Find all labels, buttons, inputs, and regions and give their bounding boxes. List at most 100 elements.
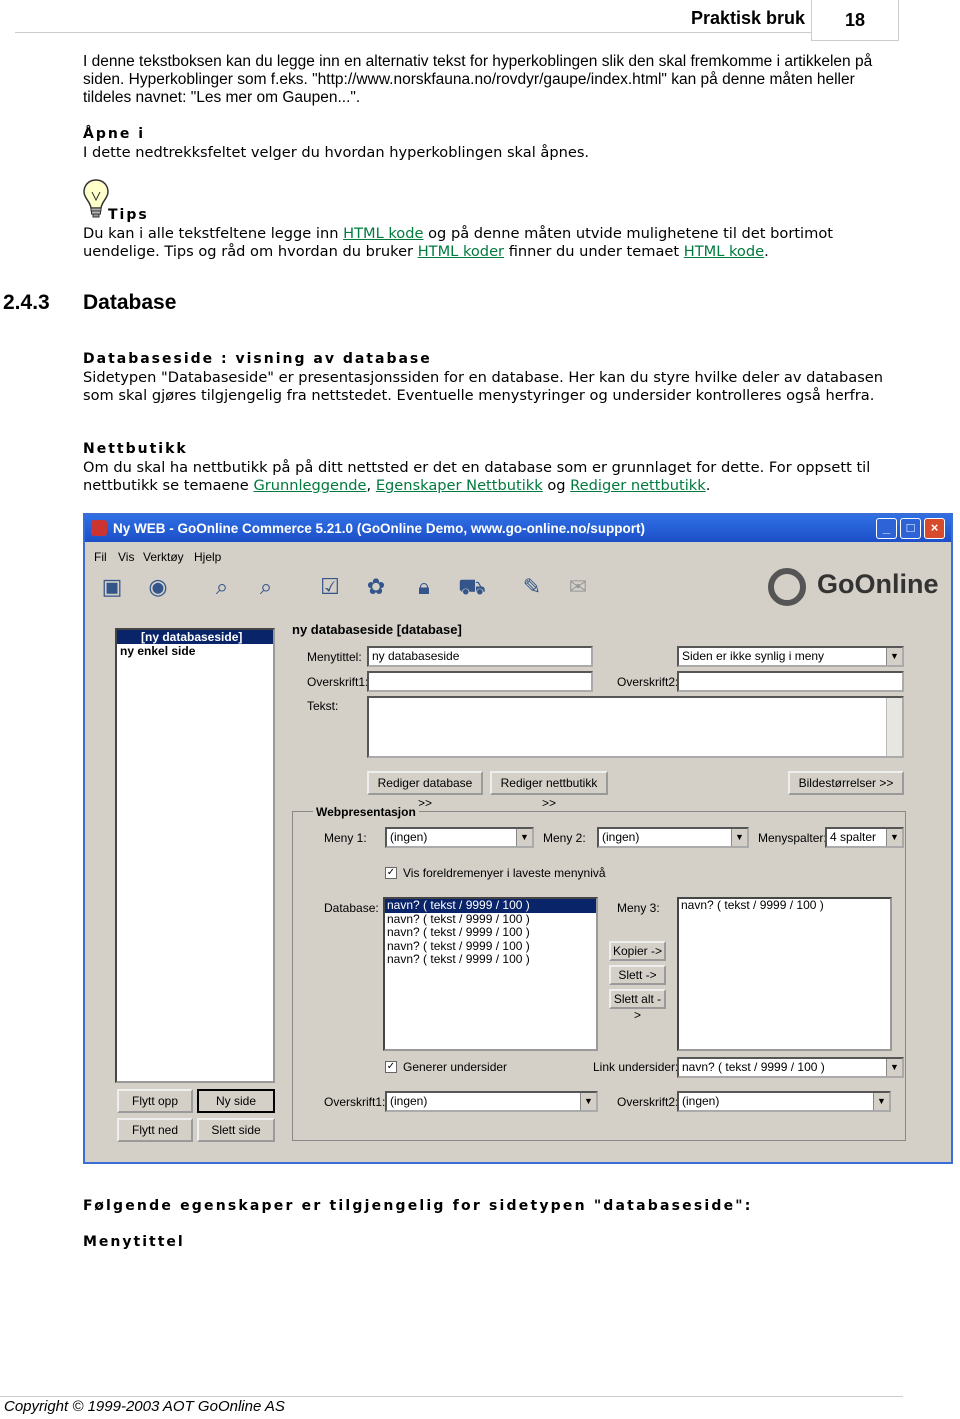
overskrift2-input[interactable] <box>677 671 904 692</box>
link-undersider-value: navn? ( tekst / 9999 / 100 ) <box>682 1060 825 1074</box>
ny-side-button[interactable]: Ny side <box>197 1089 275 1113</box>
meny2-value: (ingen) <box>602 830 640 844</box>
grunnleggende-link[interactable]: Grunnleggende <box>253 477 366 494</box>
generer-undersider-label: Generer undersider <box>403 1060 508 1074</box>
nettbutikk-text-2: , <box>366 477 376 494</box>
meny3-label: Meny 3: <box>617 901 660 915</box>
database-item[interactable]: navn? ( tekst / 9999 / 100 ) <box>385 939 596 954</box>
flytt-ned-button[interactable]: Flytt ned <box>117 1118 193 1142</box>
checklist-icon[interactable]: ☑ <box>313 570 347 604</box>
menu-vis[interactable]: Vis <box>118 550 134 564</box>
link-undersider-label: Link undersider: <box>593 1060 679 1074</box>
database-list[interactable]: navn? ( tekst / 9999 / 100 ) navn? ( tek… <box>383 897 598 1051</box>
chevron-down-icon[interactable]: ▼ <box>873 1093 889 1110</box>
slett-button[interactable]: Slett -> <box>609 965 666 985</box>
edit-icon[interactable]: ✎ <box>515 570 549 604</box>
tekst-textarea[interactable] <box>367 696 904 758</box>
visibility-select[interactable]: Siden er ikke synlig i meny ▼ <box>677 646 904 667</box>
mail-icon[interactable]: ✉ <box>561 570 595 604</box>
menyspalter-value: 4 spalter <box>830 830 877 844</box>
chevron-down-icon[interactable]: ▼ <box>886 1059 902 1076</box>
maximize-icon[interactable]: □ <box>900 518 921 539</box>
nettbutikk-text-3: og <box>542 477 571 494</box>
section-title: Database <box>83 291 177 314</box>
chevron-down-icon[interactable]: ▼ <box>516 829 532 846</box>
bildestorrelser-button[interactable]: Bildestørrelser >> <box>788 771 904 795</box>
meny3-item[interactable]: navn? ( tekst / 9999 / 100 ) <box>679 898 890 913</box>
nettbutikk-text-4: . <box>705 477 711 494</box>
slett-side-button[interactable]: Slett side <box>197 1118 275 1142</box>
app-window: Ny WEB - GoOnline Commerce 5.21.0 (GoOnl… <box>83 513 953 1164</box>
rediger-nettbutikk-link[interactable]: Rediger nettbutikk <box>570 477 706 494</box>
flytt-opp-button[interactable]: Flytt opp <box>117 1089 193 1113</box>
html-koder-link[interactable]: HTML koder <box>418 243 504 260</box>
link-undersider-select[interactable]: navn? ( tekst / 9999 / 100 ) ▼ <box>677 1057 904 1078</box>
database-item[interactable]: navn? ( tekst / 9999 / 100 ) <box>385 925 596 940</box>
meny1-select[interactable]: (ingen) ▼ <box>385 827 534 848</box>
search-globe-icon[interactable]: ⌕ <box>249 570 283 604</box>
ov2-label: Overskrift2: <box>617 1095 679 1109</box>
chevron-down-icon[interactable]: ▼ <box>886 829 902 846</box>
menytittel-input[interactable]: ny databaseside <box>367 646 593 667</box>
ov1-select[interactable]: (ingen) ▼ <box>385 1091 598 1112</box>
tips-text-3: finner du under temaet <box>504 243 684 260</box>
menyspalter-select[interactable]: 4 spalter ▼ <box>825 827 904 848</box>
rediger-database-button[interactable]: Rediger database >> <box>367 771 483 810</box>
close-icon[interactable]: × <box>924 518 945 539</box>
egenskaper-nettbutikk-link[interactable]: Egenskaper Nettbutikk <box>376 477 543 494</box>
app-title: Ny WEB - GoOnline Commerce 5.21.0 (GoOnl… <box>113 521 646 536</box>
apne-text: I dette nedtrekksfeltet velger du hvorda… <box>83 144 590 161</box>
overskrift1-input[interactable] <box>367 671 593 692</box>
page-tree[interactable]: [ny databaseside] ny enkel side <box>115 628 275 1083</box>
intro-paragraph: I denne tekstboksen kan du legge inn en … <box>83 53 873 106</box>
globe-icon[interactable]: ◉ <box>141 570 175 604</box>
ov1-label: Overskrift1: <box>324 1095 386 1109</box>
goonline-logo-icon <box>768 568 806 606</box>
page-number: 18 <box>811 0 899 41</box>
palette-icon[interactable]: ✿ <box>359 570 393 604</box>
tips-label: Tips <box>108 207 149 223</box>
database-item-selected[interactable]: navn? ( tekst / 9999 / 100 ) <box>385 898 596 913</box>
following-heading: Følgende egenskaper er tilgjengelig for … <box>83 1198 753 1214</box>
ov1-value: (ingen) <box>390 1094 428 1108</box>
goonline-logo: GoOnline <box>817 569 939 599</box>
meny2-label: Meny 2: <box>543 831 586 845</box>
kopier-button[interactable]: Kopier -> <box>609 941 666 961</box>
cart-icon[interactable]: ⛟ <box>455 570 489 604</box>
chevron-down-icon[interactable]: ▼ <box>886 648 902 665</box>
meny2-select[interactable]: (ingen) ▼ <box>597 827 749 848</box>
overskrift2-label: Overskrift2: <box>617 675 679 689</box>
slett-alt-button[interactable]: Slett alt -> <box>609 989 666 1022</box>
menu-verktoy[interactable]: Verktøy <box>143 550 184 564</box>
tree-item-selected[interactable]: [ny databaseside] <box>117 630 273 644</box>
preview-icon[interactable]: ⌕ <box>205 570 239 604</box>
vis-foreldremenyer-label: Vis foreldremenyer i laveste menynivå <box>403 866 606 880</box>
database-item[interactable]: navn? ( tekst / 9999 / 100 ) <box>385 952 596 967</box>
lock-icon[interactable]: 🔒︎ <box>407 570 441 604</box>
tips-text-4: . <box>764 243 769 260</box>
app-titlebar: Ny WEB - GoOnline Commerce 5.21.0 (GoOnl… <box>85 515 951 542</box>
chevron-down-icon[interactable]: ▼ <box>580 1093 596 1110</box>
html-kode-link[interactable]: HTML kode <box>343 225 423 242</box>
menu-hjelp[interactable]: Hjelp <box>194 550 221 564</box>
page-header: ny databaseside [database] <box>292 622 462 637</box>
save-icon[interactable]: ▣ <box>95 570 129 604</box>
meny3-list[interactable]: navn? ( tekst / 9999 / 100 ) <box>677 897 892 1051</box>
rediger-nettbutikk-button[interactable]: Rediger nettbutikk >> <box>490 771 608 810</box>
app-icon <box>91 520 107 536</box>
minimize-icon[interactable]: _ <box>876 518 897 539</box>
ov2-select[interactable]: (ingen) ▼ <box>677 1091 891 1112</box>
databaseside-text: Sidetypen "Databaseside" er presentasjon… <box>83 369 884 404</box>
chevron-down-icon[interactable]: ▼ <box>731 829 747 846</box>
generer-undersider-checkbox[interactable]: ✓ <box>385 1061 397 1073</box>
nettbutikk-paragraph: Om du skal ha nettbutikk på på ditt nett… <box>83 459 898 495</box>
vis-foreldremenyer-checkbox[interactable]: ✓ <box>385 867 397 879</box>
scrollbar[interactable] <box>886 698 902 756</box>
menu-fil[interactable]: Fil <box>94 550 107 564</box>
database-item[interactable]: navn? ( tekst / 9999 / 100 ) <box>385 912 596 927</box>
database-label: Database: <box>324 901 379 915</box>
meny1-value: (ingen) <box>390 830 428 844</box>
html-kode-link-2[interactable]: HTML kode <box>684 243 764 260</box>
tekst-label: Tekst: <box>307 699 339 713</box>
tree-item[interactable]: ny enkel side <box>117 644 273 658</box>
